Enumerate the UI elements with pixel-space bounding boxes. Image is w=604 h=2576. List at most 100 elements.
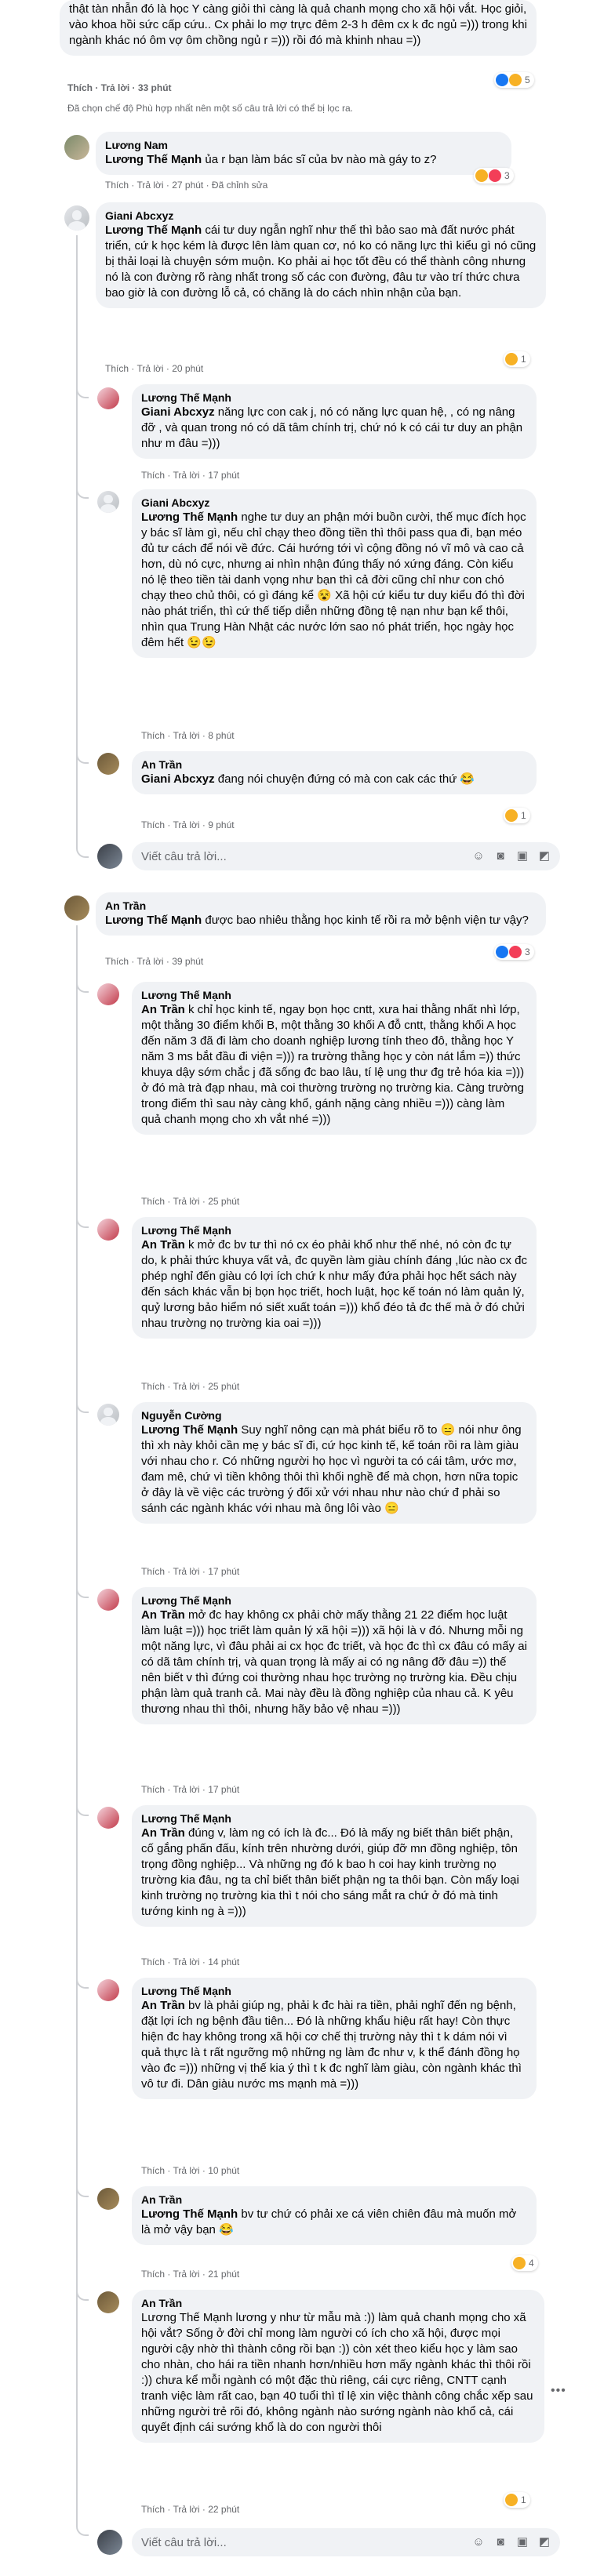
author-name[interactable]: Giani Abcxyz bbox=[141, 496, 527, 510]
reaction-count[interactable]: 3 bbox=[474, 168, 514, 183]
haha-icon bbox=[505, 809, 518, 822]
mention-link[interactable]: Giani Abcxyz bbox=[141, 405, 215, 419]
camera-icon[interactable]: ◙ bbox=[494, 2536, 507, 2549]
author-name[interactable]: An Trần bbox=[141, 758, 527, 772]
mention-link[interactable]: An Trần bbox=[141, 1999, 185, 2012]
comment-bubble: An Trần Lương Thế Mạnh bv tư chứ có phải… bbox=[132, 2186, 537, 2245]
avatar[interactable] bbox=[64, 896, 89, 921]
haha-icon bbox=[509, 74, 522, 86]
comment-body: mở đc hay không cx phải chờ mấy thằng 21… bbox=[141, 1608, 527, 1716]
mention-link[interactable]: Lương Thế Mạnh bbox=[141, 1423, 238, 1437]
thread-curve bbox=[76, 1796, 89, 1816]
avatar[interactable] bbox=[64, 135, 89, 160]
sticker-icon[interactable]: ◩ bbox=[538, 2536, 551, 2549]
camera-icon[interactable]: ◙ bbox=[494, 850, 507, 863]
author-name[interactable]: Nguyễn Cường bbox=[141, 1408, 527, 1422]
comment-actions[interactable]: Thích · Trả lời · 17 phút bbox=[141, 469, 239, 481]
comment-text: Giani Abcxyz đang nói chuyện đứng có mà … bbox=[141, 772, 527, 787]
comment-actions[interactable]: Thích · Trả lời · 17 phút bbox=[141, 1783, 239, 1796]
reply-input[interactable]: Viết câu trả lời... ☺ ◙ ▣ ◩ bbox=[132, 2528, 560, 2556]
comment-actions[interactable]: Thích · Trả lời · 20 phút bbox=[105, 362, 203, 375]
thread-curve bbox=[76, 1968, 89, 1989]
mention-link[interactable]: Lương Thế Mạnh bbox=[105, 153, 202, 166]
thread-line bbox=[76, 925, 78, 2506]
author-name[interactable]: Lương Thế Mạnh bbox=[141, 1593, 527, 1608]
reaction-count[interactable]: 4 bbox=[511, 2255, 538, 2271]
author-name[interactable]: Lương Thế Mạnh bbox=[141, 391, 527, 405]
thread-curve bbox=[76, 2177, 89, 2197]
author-name[interactable]: An Trần bbox=[141, 2296, 535, 2310]
mention-link[interactable]: An Trần bbox=[141, 1238, 185, 1252]
comment-bubble: Lương Nam Lương Thế Mạnh ủa r bạn làm bá… bbox=[96, 132, 511, 175]
more-options-icon[interactable]: ••• bbox=[551, 2384, 566, 2398]
comment-actions[interactable]: Thích · Trả lời · 9 phút bbox=[141, 819, 235, 831]
comment-bubble: Lương Thế Mạnh An Trần đúng v, làm ng có… bbox=[132, 1805, 537, 1927]
avatar[interactable] bbox=[97, 387, 119, 409]
comment-bubble: Lương Thế Mạnh Giani Abcxyz năng lực con… bbox=[132, 384, 537, 459]
avatar[interactable] bbox=[64, 205, 89, 231]
mention-link[interactable]: An Trần bbox=[141, 1608, 185, 1622]
emoji-icon[interactable]: ☺ bbox=[472, 850, 485, 863]
comment-actions[interactable]: Thích · Trả lời · 33 phút bbox=[67, 82, 172, 94]
reaction-count[interactable]: 1 bbox=[504, 351, 530, 367]
avatar[interactable] bbox=[97, 753, 119, 775]
like-icon bbox=[496, 946, 508, 958]
avatar[interactable] bbox=[97, 983, 119, 1005]
author-name[interactable]: Lương Nam bbox=[105, 138, 502, 152]
avatar[interactable] bbox=[97, 2188, 119, 2210]
mention-link[interactable]: Lương Thế Mạnh bbox=[141, 510, 238, 524]
comment-bubble: Lương Thế Mạnh An Trần k mở đc bv tư thì… bbox=[132, 1217, 537, 1339]
comment-actions[interactable]: Thích · Trả lời · 21 phút bbox=[141, 2268, 239, 2280]
author-name[interactable]: Lương Thế Mạnh bbox=[141, 1223, 527, 1237]
comment-actions[interactable]: Thích · Trả lời · 10 phút bbox=[141, 2164, 239, 2177]
comment-actions[interactable]: Thích · Trả lời · 27 phút · Đã chỉnh sửa bbox=[105, 179, 267, 191]
author-name[interactable]: Lương Thế Mạnh bbox=[141, 1984, 527, 1998]
gif-icon[interactable]: ▣ bbox=[516, 2536, 529, 2549]
avatar[interactable] bbox=[97, 1807, 119, 1829]
filter-note: Đã chọn chế độ Phù hợp nhất nên một số c… bbox=[67, 103, 353, 114]
author-name[interactable]: Giani Abcxyz bbox=[105, 209, 537, 223]
comment-actions[interactable]: Thích · Trả lời · 25 phút bbox=[141, 1195, 239, 1208]
comment-actions[interactable]: Thích · Trả lời · 25 phút bbox=[141, 1380, 239, 1393]
reaction-count[interactable]: 1 bbox=[504, 2492, 530, 2508]
mention-link[interactable]: Lương Thế Mạnh bbox=[105, 914, 202, 927]
thread-curve bbox=[76, 1208, 89, 1228]
author-name[interactable]: Lương Thế Mạnh bbox=[141, 988, 527, 1002]
author-name[interactable]: Lương Thế Mạnh bbox=[141, 1811, 527, 1826]
reply-input[interactable]: Viết câu trả lời... ☺ ◙ ▣ ◩ bbox=[132, 842, 560, 870]
avatar[interactable] bbox=[97, 1219, 119, 1241]
comment-actions[interactable]: Thích · Trả lời · 14 phút bbox=[141, 1956, 239, 1968]
comment-text: Giani Abcxyz năng lực con cak j, nó có n… bbox=[141, 405, 527, 452]
comment-actions[interactable]: Thích · Trả lời · 8 phút bbox=[141, 729, 235, 742]
avatar[interactable] bbox=[97, 491, 119, 513]
comment-actions[interactable]: Thích · Trả lời · 22 phút bbox=[141, 2503, 239, 2516]
comment-bubble: Lương Thế Mạnh An Trần mở đc hay không c… bbox=[132, 1587, 537, 1724]
mention-link[interactable]: Lương Thế Mạnh bbox=[141, 2207, 238, 2221]
author-name[interactable]: An Trần bbox=[105, 899, 537, 913]
sticker-icon[interactable]: ◩ bbox=[538, 850, 551, 863]
thread-curve bbox=[76, 1578, 89, 1598]
comment-bubble: Giani Abcxyz Lương Thế Mạnh nghe tư duy … bbox=[132, 489, 537, 658]
avatar[interactable] bbox=[97, 2291, 119, 2313]
comment-body: được bao nhiêu thằng học kinh tế rồi ra … bbox=[202, 914, 529, 927]
author-name[interactable]: An Trần bbox=[141, 2193, 527, 2207]
reaction-number: 1 bbox=[521, 810, 526, 821]
avatar[interactable] bbox=[97, 1979, 119, 2001]
avatar[interactable] bbox=[97, 1404, 119, 1426]
mention-link[interactable]: Lương Thế Mạnh bbox=[105, 223, 202, 237]
mention-link[interactable]: Giani Abcxyz bbox=[141, 772, 215, 786]
comment-actions[interactable]: Thích · Trả lời · 17 phút bbox=[141, 1565, 239, 1578]
comment-body: đang nói chuyện đứng có mà con cak các t… bbox=[214, 772, 475, 786]
reaction-count[interactable]: 5 bbox=[494, 72, 534, 88]
avatar[interactable] bbox=[97, 1589, 119, 1611]
comment-text: An Trần mở đc hay không cx phải chờ mấy … bbox=[141, 1608, 527, 1717]
reaction-count[interactable]: 1 bbox=[504, 808, 530, 823]
mention-link[interactable]: An Trần bbox=[141, 1826, 185, 1840]
comment-text: Lương Thế Mạnh Suy nghĩ nông cạn mà phát… bbox=[141, 1422, 527, 1517]
reaction-count[interactable]: 3 bbox=[494, 944, 534, 960]
emoji-icon[interactable]: ☺ bbox=[472, 2536, 485, 2549]
comment-actions[interactable]: Thích · Trả lời · 39 phút bbox=[105, 955, 203, 968]
gif-icon[interactable]: ▣ bbox=[516, 850, 529, 863]
mention-link[interactable]: An Trần bbox=[141, 1003, 185, 1016]
actions-label[interactable]: Thích · Trả lời · 33 phút bbox=[67, 82, 172, 93]
